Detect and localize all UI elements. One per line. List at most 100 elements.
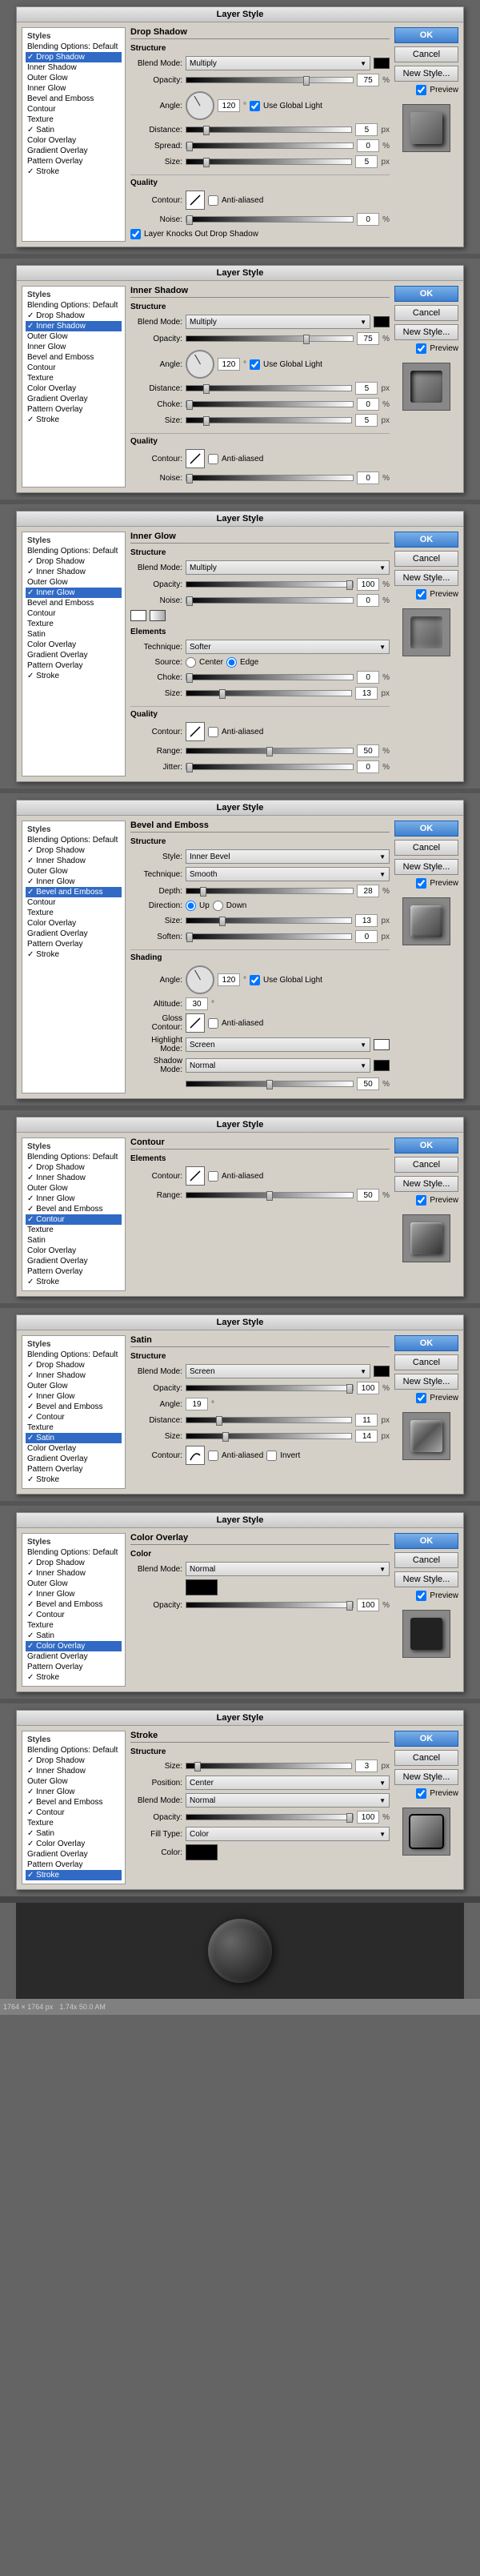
style-drop-shadow-3[interactable]: ✓ Drop Shadow <box>26 556 122 567</box>
style-stroke-4[interactable]: ✓ Stroke <box>26 949 122 960</box>
style-blending-8[interactable]: Blending Options: Default <box>26 1745 122 1755</box>
dir-down-4[interactable] <box>213 901 223 911</box>
overlay-color-swatch-7[interactable] <box>186 1579 218 1595</box>
style-bevel-2[interactable]: Bevel and Emboss <box>26 352 122 363</box>
ok-button-4[interactable]: OK <box>394 821 458 837</box>
global-light-cb-2[interactable] <box>250 359 260 370</box>
style-pattern-overlay-6[interactable]: Pattern Overlay <box>26 1464 122 1475</box>
style-color-overlay-7[interactable]: ✓ Color Overlay <box>26 1641 122 1651</box>
style-gradient-overlay-8[interactable]: Gradient Overlay <box>26 1849 122 1860</box>
style-texture-4[interactable]: Texture <box>26 908 122 918</box>
style-color-overlay-4[interactable]: Color Overlay <box>26 918 122 929</box>
contour-preview-5[interactable] <box>186 1166 205 1186</box>
spread-input-1[interactable] <box>357 139 379 152</box>
style-inner-glow-8[interactable]: ✓ Inner Glow <box>26 1787 122 1797</box>
style-pattern-overlay-3[interactable]: Pattern Overlay <box>26 660 122 671</box>
size-slider-3[interactable] <box>186 690 352 696</box>
style-texture-1[interactable]: Texture <box>26 114 122 125</box>
style-satin-5[interactable]: Satin <box>26 1235 122 1246</box>
global-light-cb-4[interactable] <box>250 975 260 985</box>
cancel-button-2[interactable]: Cancel <box>394 305 458 321</box>
style-color-overlay-6[interactable]: Color Overlay <box>26 1443 122 1454</box>
distance-input-6[interactable] <box>355 1414 378 1426</box>
style-inner-shadow-4[interactable]: ✓ Inner Shadow <box>26 856 122 866</box>
style-dropdown-4[interactable]: Inner Bevel ▼ <box>186 849 390 864</box>
size-slider-2[interactable] <box>186 417 352 423</box>
style-stroke-3[interactable]: ✓ Stroke <box>26 671 122 681</box>
size-slider-4[interactable] <box>186 917 352 924</box>
style-inner-shadow-8[interactable]: ✓ Inner Shadow <box>26 1766 122 1776</box>
shadow-opacity-slider-4[interactable] <box>186 1081 354 1087</box>
contour-preview-1[interactable] <box>186 191 205 210</box>
satin-color-swatch-6[interactable] <box>374 1366 390 1377</box>
preview-cb-5[interactable] <box>416 1195 426 1206</box>
style-inner-shadow-7[interactable]: ✓ Inner Shadow <box>26 1568 122 1579</box>
opacity-slider-1[interactable] <box>186 77 354 83</box>
blend-mode-dropdown-1[interactable]: Multiply ▼ <box>186 56 370 70</box>
style-pattern-overlay-1[interactable]: Pattern Overlay <box>26 156 122 167</box>
noise-input-1[interactable] <box>357 213 379 226</box>
size-input-2[interactable] <box>355 414 378 427</box>
style-drop-shadow-4[interactable]: ✓ Drop Shadow <box>26 845 122 856</box>
spread-slider-1[interactable] <box>186 142 354 149</box>
contour-preview-6[interactable] <box>186 1446 205 1465</box>
shadow-swatch-4[interactable] <box>374 1060 390 1071</box>
noise-input-3[interactable] <box>357 594 379 607</box>
source-center-3[interactable] <box>186 657 196 668</box>
style-stroke-6[interactable]: ✓ Stroke <box>26 1475 122 1485</box>
style-inner-shadow-6[interactable]: ✓ Inner Shadow <box>26 1370 122 1381</box>
blend-mode-dropdown-7[interactable]: Normal ▼ <box>186 1562 390 1576</box>
new-style-button-7[interactable]: New Style... <box>394 1571 458 1587</box>
cancel-button-7[interactable]: Cancel <box>394 1552 458 1568</box>
new-style-button-8[interactable]: New Style... <box>394 1769 458 1785</box>
style-gradient-overlay-7[interactable]: Gradient Overlay <box>26 1651 122 1662</box>
technique-dropdown-4[interactable]: Smooth ▼ <box>186 867 390 881</box>
angle-input-4[interactable] <box>218 973 240 986</box>
depth-input-4[interactable] <box>357 885 379 897</box>
size-slider-6[interactable] <box>186 1433 352 1439</box>
style-inner-glow-3[interactable]: ✓ Inner Glow <box>26 588 122 598</box>
range-slider-3[interactable] <box>186 748 354 754</box>
ok-button-3[interactable]: OK <box>394 532 458 548</box>
blend-mode-dropdown-3[interactable]: Multiply ▼ <box>186 560 390 575</box>
new-style-button-4[interactable]: New Style... <box>394 859 458 875</box>
new-style-button-5[interactable]: New Style... <box>394 1176 458 1192</box>
style-color-overlay-1[interactable]: Color Overlay <box>26 135 122 146</box>
size-input-3[interactable] <box>355 687 378 700</box>
style-texture-5[interactable]: Texture <box>26 1225 122 1235</box>
style-bevel-1[interactable]: Bevel and Emboss <box>26 94 122 104</box>
style-pattern-overlay-8[interactable]: Pattern Overlay <box>26 1860 122 1870</box>
distance-slider-2[interactable] <box>186 385 352 391</box>
invert-cb-6[interactable] <box>266 1451 277 1461</box>
fill-type-dropdown-8[interactable]: Color ▼ <box>186 1827 390 1841</box>
style-pattern-overlay-4[interactable]: Pattern Overlay <box>26 939 122 949</box>
style-outer-glow-3[interactable]: Outer Glow <box>26 577 122 588</box>
opacity-input-8[interactable] <box>357 1811 379 1824</box>
ok-button-1[interactable]: OK <box>394 27 458 43</box>
range-input-5[interactable] <box>357 1189 379 1202</box>
opacity-input-6[interactable] <box>357 1382 379 1394</box>
choke-slider-2[interactable] <box>186 401 354 407</box>
blend-color-swatch-1[interactable] <box>374 58 390 69</box>
size-input-8[interactable] <box>355 1759 378 1772</box>
style-blending-2[interactable]: Blending Options: Default <box>26 300 122 311</box>
cancel-button-4[interactable]: Cancel <box>394 840 458 856</box>
shadow-mode-4[interactable]: Normal ▼ <box>186 1058 370 1073</box>
style-bevel-7[interactable]: ✓ Bevel and Emboss <box>26 1599 122 1610</box>
preview-cb-6[interactable] <box>416 1393 426 1403</box>
soften-slider-4[interactable] <box>186 933 352 940</box>
angle-input-1[interactable] <box>218 99 240 112</box>
anti-aliased-cb-4[interactable] <box>208 1018 218 1029</box>
style-outer-glow-5[interactable]: Outer Glow <box>26 1183 122 1194</box>
style-contour-8[interactable]: ✓ Contour <box>26 1808 122 1818</box>
style-gradient-overlay-5[interactable]: Gradient Overlay <box>26 1256 122 1266</box>
style-bevel-5[interactable]: ✓ Bevel and Emboss <box>26 1204 122 1214</box>
style-satin-3[interactable]: Satin <box>26 629 122 640</box>
preview-cb-8[interactable] <box>416 1788 426 1799</box>
angle-dial-4[interactable] <box>186 965 214 994</box>
style-inner-glow-5[interactable]: ✓ Inner Glow <box>26 1194 122 1204</box>
style-stroke-7[interactable]: ✓ Stroke <box>26 1672 122 1683</box>
style-drop-shadow-2[interactable]: ✓ Drop Shadow <box>26 311 122 321</box>
style-drop-shadow-5[interactable]: ✓ Drop Shadow <box>26 1162 122 1173</box>
angle-dial-1[interactable] <box>186 91 214 120</box>
